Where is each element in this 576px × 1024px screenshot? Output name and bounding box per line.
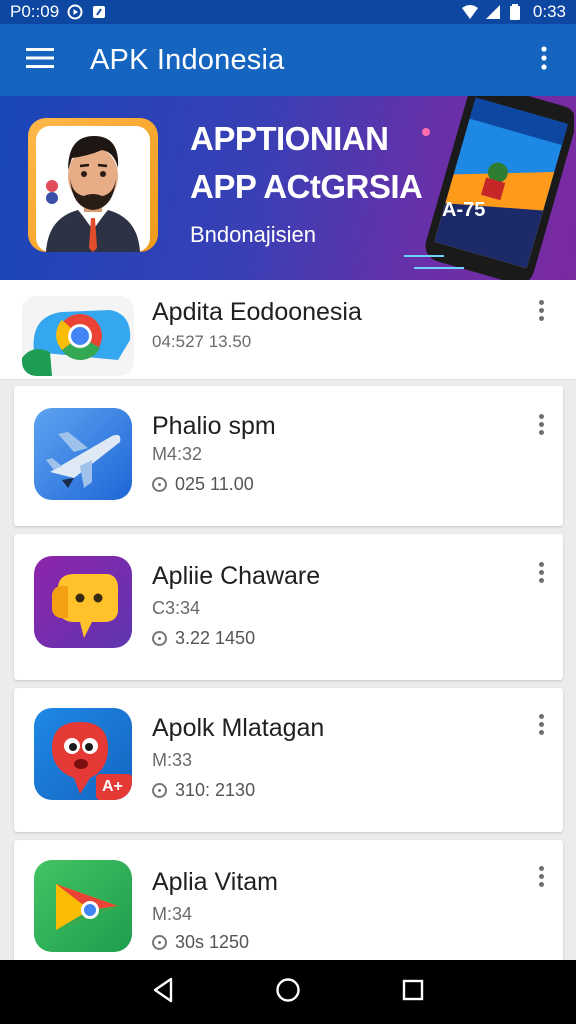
item-overflow-button[interactable] xyxy=(529,292,553,328)
item-overflow-button[interactable] xyxy=(529,706,553,742)
dot xyxy=(538,315,544,321)
app-meta: C3:34 xyxy=(152,598,201,618)
status-bar: P0::09 0:33 xyxy=(0,0,576,24)
app-name: Apliie Chaware xyxy=(152,562,321,590)
dot xyxy=(538,873,544,879)
back-triangle-icon xyxy=(151,977,175,1008)
list-item[interactable]: Apliie Chaware C3:34 3.22 1450 xyxy=(14,534,563,680)
app-size-row: 310: 2130 xyxy=(152,780,255,801)
banner-phone-label: A-75 xyxy=(442,199,485,221)
app-size: 310: 2130 xyxy=(175,780,256,800)
banner-title-line1: APPTIONIAN xyxy=(190,120,389,157)
wifi-icon xyxy=(461,4,478,20)
system-nav-bar xyxy=(0,960,576,1024)
app-size: 30s 1250 xyxy=(175,932,250,952)
dot xyxy=(538,421,544,427)
signal-icon xyxy=(485,4,501,20)
dot xyxy=(538,429,544,435)
dot xyxy=(538,577,544,583)
play-store-icon xyxy=(34,860,132,952)
dot xyxy=(538,865,544,871)
list-item[interactable]: A+ Apolk Mlatagan M:33 310: 2130 xyxy=(14,688,563,832)
hamburger-menu-icon xyxy=(26,47,54,74)
app-name: Aplia Vitam xyxy=(152,868,278,896)
notification-icon xyxy=(91,4,107,20)
banner-phone-illustration: A-75 xyxy=(393,96,576,280)
nav-back-button[interactable] xyxy=(139,968,187,1016)
nav-home-button[interactable] xyxy=(264,968,312,1016)
banner-subtitle: Bndonajisien xyxy=(190,222,316,247)
app-meta: M4:32 xyxy=(152,444,203,464)
battery-icon xyxy=(509,4,525,20)
dot xyxy=(538,729,544,735)
menu-button[interactable] xyxy=(12,32,68,88)
list-item[interactable]: Apdita Eodoonesia 04:527 13.50 xyxy=(0,280,576,380)
list-item[interactable]: Aplia Vitam M:34 30s 1250 xyxy=(14,840,563,970)
red-monster-app-icon: A+ xyxy=(34,708,132,800)
more-vert-icon xyxy=(540,45,548,75)
app-badge: A+ xyxy=(102,778,123,795)
clock-icon xyxy=(152,783,167,798)
dot xyxy=(538,299,544,305)
dot xyxy=(538,721,544,727)
status-left-text: P0::09 xyxy=(10,2,60,21)
app-size: 3.22 1450 xyxy=(175,628,256,648)
dot xyxy=(538,569,544,575)
app-meta: M:33 xyxy=(152,750,193,770)
app-name: Phalio spm xyxy=(152,412,276,440)
clock-icon xyxy=(152,935,167,950)
chat-emoji-app-icon xyxy=(34,556,132,648)
list-item[interactable]: Phalio spm M4:32 025 11.00 xyxy=(14,386,563,526)
app-name: Apolk Mlatagan xyxy=(152,714,325,742)
status-time: 0:33 xyxy=(532,2,566,21)
app-size: 025 11.00 xyxy=(175,474,254,494)
dot xyxy=(538,307,544,313)
app-meta: M:34 xyxy=(152,904,193,924)
plane-app-icon xyxy=(34,408,132,500)
app-size-row: 30s 1250 xyxy=(152,932,249,953)
promo-banner[interactable]: APPTIONIAN APP ACtGRSIA Bndonajisien A-7… xyxy=(0,96,576,280)
app-size-row: 3.22 1450 xyxy=(152,628,255,649)
overflow-menu-button[interactable] xyxy=(520,32,568,88)
app-size-row: 025 11.00 xyxy=(152,474,254,495)
chrome-icon xyxy=(22,296,134,376)
item-overflow-button[interactable] xyxy=(529,858,553,894)
app-size: 04:527 13.50 xyxy=(152,332,252,351)
dot xyxy=(538,561,544,567)
nav-recents-button[interactable] xyxy=(389,968,437,1016)
banner-title-line2: APP ACtGRSIA xyxy=(190,168,423,205)
play-circle-icon xyxy=(67,4,83,20)
banner-avatar xyxy=(28,118,158,252)
item-overflow-button[interactable] xyxy=(529,554,553,590)
dot xyxy=(538,413,544,419)
dot xyxy=(538,881,544,887)
app-name: Apdita Eodoonesia xyxy=(152,298,362,326)
item-overflow-button[interactable] xyxy=(529,406,553,442)
app-title: APK Indonesia xyxy=(90,43,285,76)
app-bar: APK Indonesia xyxy=(0,24,576,96)
recents-square-icon xyxy=(401,978,425,1007)
home-circle-icon xyxy=(275,977,301,1008)
clock-icon xyxy=(152,631,167,646)
dot xyxy=(538,713,544,719)
clock-icon xyxy=(152,477,167,492)
